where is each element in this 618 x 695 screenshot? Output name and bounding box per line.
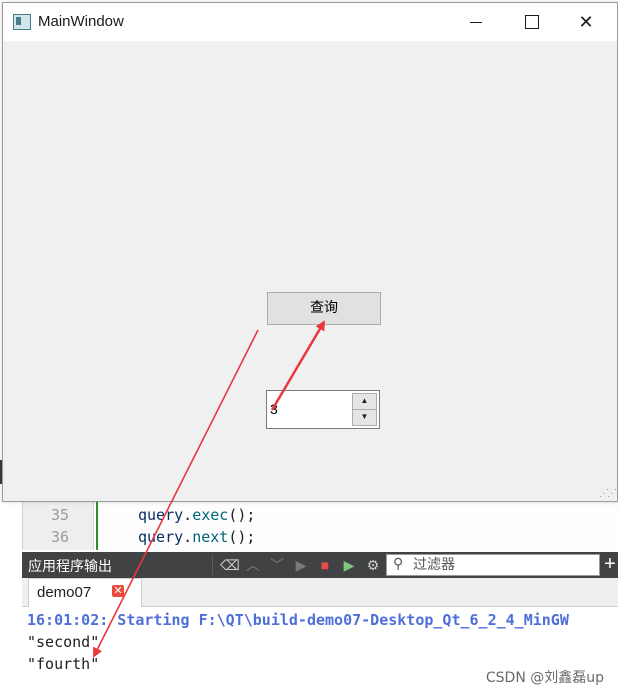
code-punct: (); [228, 528, 256, 546]
spin-buttons: ▲ ▼ [352, 393, 377, 426]
output-toolbar: 应用程序输出 ⌫ ︿ ﹀ ▶ ■ ▶ ⚙ ⚲ 过滤器 + [22, 552, 618, 578]
filter-input[interactable]: ⚲ 过滤器 [386, 554, 600, 576]
code-dot: . [183, 528, 193, 546]
filter-placeholder: 过滤器 [413, 557, 455, 573]
code-editor[interactable]: 35 query.exec(); 36 query.next(); [22, 500, 618, 550]
resize-grip-icon[interactable]: ⋰⋰ [599, 488, 617, 499]
log-line: "second" [27, 633, 100, 651]
add-icon[interactable]: + [602, 554, 618, 576]
code-identifier: query [138, 506, 184, 524]
code-function: exec [192, 506, 229, 524]
caret-up-icon: ▲ [360, 396, 369, 405]
spin-up-button[interactable]: ▲ [352, 393, 377, 410]
line-number: 36 [50, 528, 69, 546]
search-icon: ⚲ [393, 556, 404, 572]
code-line[interactable]: 35 query.exec(); [23, 506, 618, 528]
code-text: query.exec(); [138, 506, 255, 524]
line-number: 35 [50, 506, 69, 524]
code-dot: . [183, 506, 193, 524]
close-icon: ✕ [578, 12, 594, 32]
output-pane-title: 应用程序输出 [28, 559, 112, 575]
watermark: CSDN @刘鑫磊up [485, 670, 604, 686]
code-text: query.next(); [138, 528, 255, 546]
title-bar[interactable]: MainWindow ✕ [3, 3, 617, 41]
tab-label: demo07 [37, 584, 92, 601]
prev-icon[interactable]: ︿ [244, 555, 262, 575]
close-tab-icon[interactable]: ✕ [112, 585, 124, 597]
next-icon[interactable]: ﹀ [268, 555, 286, 575]
stop-icon[interactable]: ■ [316, 555, 334, 575]
main-window: MainWindow ✕ 查询 3 ▲ ▼ ⋰⋰ [2, 2, 618, 502]
log-line: 16:01:02: Starting F:\QT\build-demo07-De… [27, 611, 569, 629]
settings-icon[interactable]: ⚙ [364, 555, 382, 575]
log-line: "fourth" [27, 655, 100, 673]
run-icon[interactable]: ▶ [292, 555, 310, 575]
clean-icon[interactable]: ⌫ [220, 555, 240, 575]
minimize-icon [470, 22, 482, 23]
code-identifier: query [138, 528, 184, 546]
ide-gutter [0, 500, 22, 550]
toolbar-separator [212, 555, 213, 575]
code-line[interactable]: 36 query.next(); [23, 528, 618, 550]
code-function: next [192, 528, 229, 546]
spinbox-value[interactable]: 3 [270, 401, 278, 417]
maximize-icon [525, 15, 539, 29]
tab-demo07[interactable]: demo07 ✕ [28, 578, 142, 607]
query-button[interactable]: 查询 [267, 292, 381, 325]
window-title: MainWindow [38, 13, 124, 30]
close-button[interactable]: ✕ [563, 3, 609, 41]
spin-down-button[interactable]: ▼ [352, 409, 377, 426]
debug-run-icon[interactable]: ▶ [340, 555, 358, 575]
number-spinbox[interactable]: 3 ▲ ▼ [266, 390, 380, 429]
caret-down-icon: ▼ [360, 412, 369, 421]
maximize-button[interactable] [508, 3, 554, 41]
app-icon [13, 14, 31, 30]
minimize-button[interactable] [453, 3, 499, 41]
output-tab-bar: demo07 ✕ [22, 578, 618, 607]
code-punct: (); [228, 506, 256, 524]
